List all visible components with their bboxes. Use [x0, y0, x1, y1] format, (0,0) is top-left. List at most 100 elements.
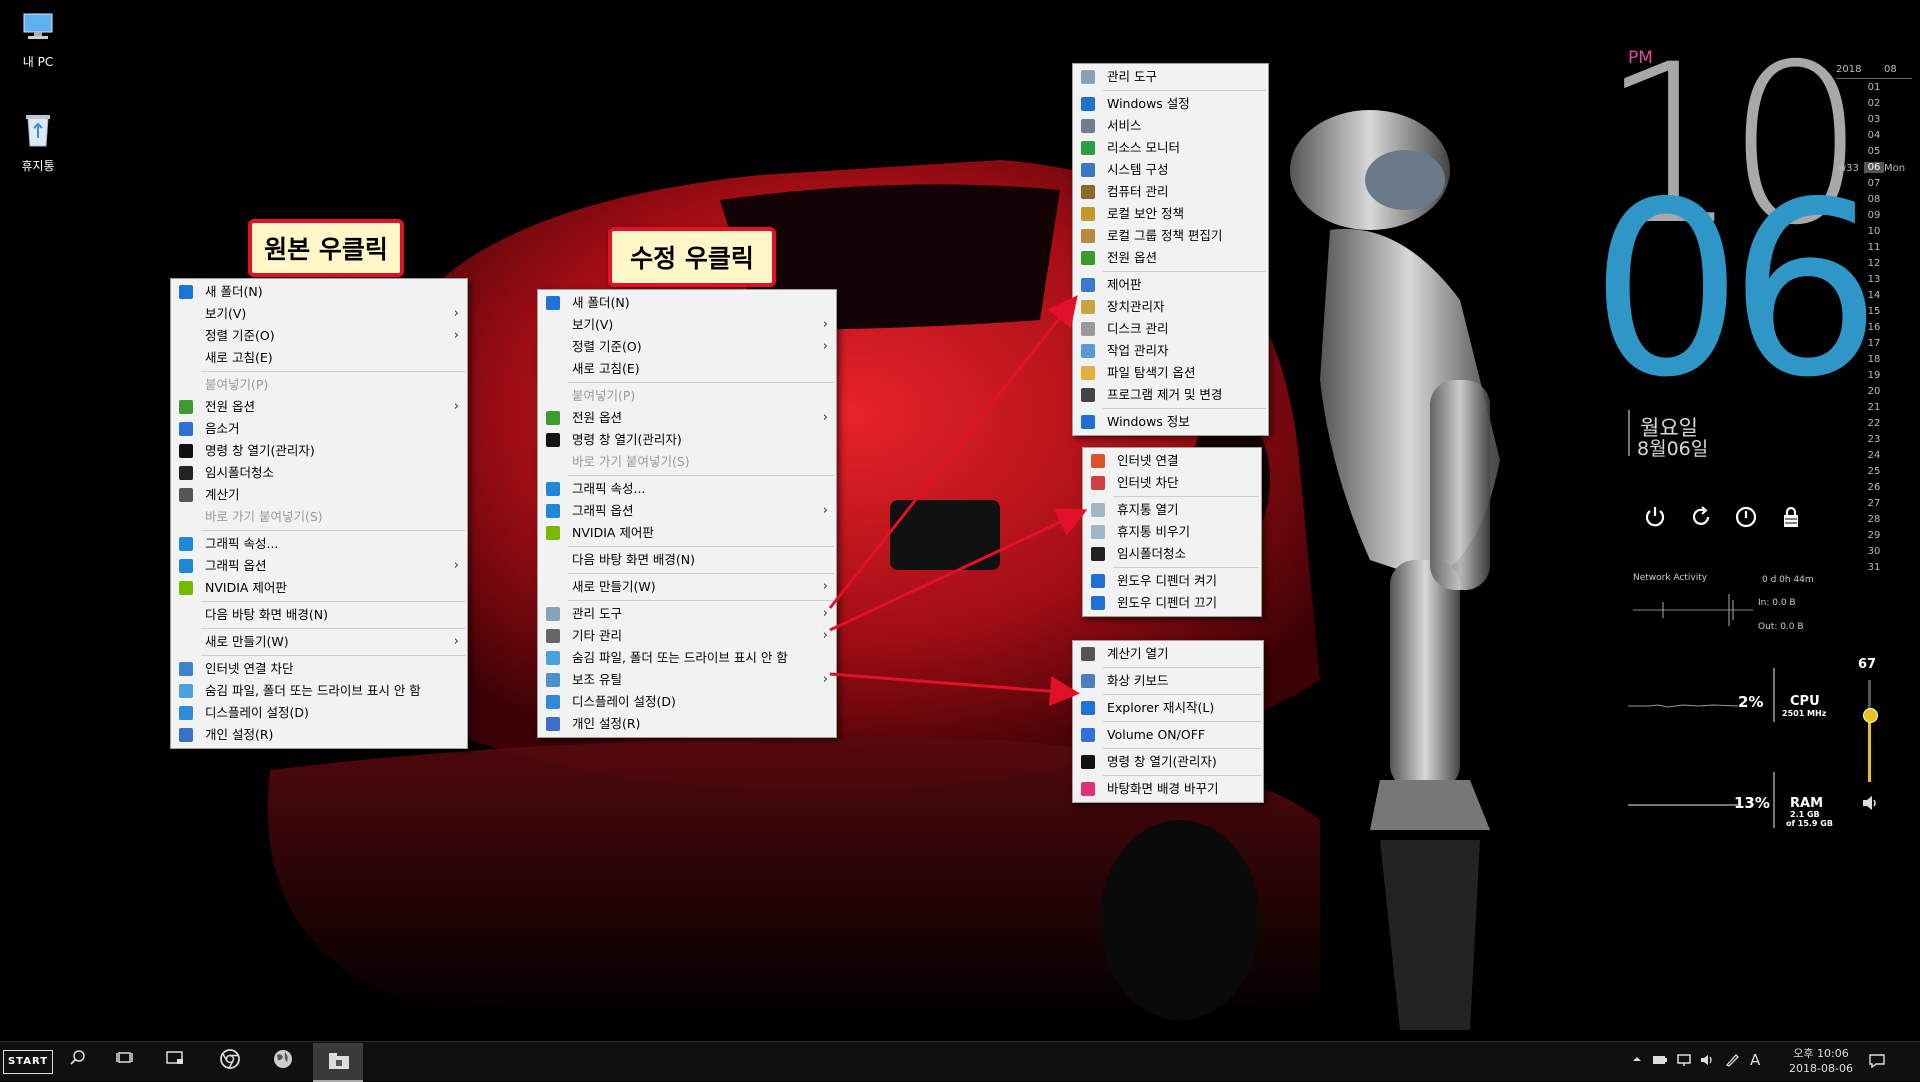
menu-item[interactable]: 그래픽 속성... — [538, 478, 836, 500]
menu-item[interactable]: 정렬 기준(O) › — [538, 336, 836, 358]
menu-item[interactable]: 컴퓨터 관리 — [1073, 181, 1268, 203]
calendar-day: 22 — [1867, 418, 1881, 429]
menu-item[interactable]: 서비스 — [1073, 115, 1268, 137]
taskbar-explorer-button[interactable] — [313, 1043, 363, 1082]
menu-item[interactable]: 개인 설정(R) — [171, 724, 467, 746]
volume-track[interactable] — [1868, 680, 1871, 782]
menu-item[interactable]: 인터넷 차단 — [1083, 472, 1261, 494]
menu-item[interactable]: 기타 관리 › — [538, 625, 836, 647]
menu-item[interactable]: 로컬 그룹 정책 편집기 — [1073, 225, 1268, 247]
menu-item[interactable]: 새 폴더(N) — [538, 292, 836, 314]
shutdown-button[interactable] — [1642, 505, 1668, 531]
menu-item[interactable]: 명령 창 열기(관리자) — [171, 440, 467, 462]
menu-item[interactable]: 제어판 — [1073, 274, 1268, 296]
menu-item[interactable]: 새로 고침(E) — [171, 347, 467, 369]
desktop-icon-recycle-bin[interactable]: 휴지통 — [0, 112, 76, 174]
taskbar-browser-button[interactable] — [268, 1048, 298, 1076]
volume-slider-knob[interactable] — [1863, 707, 1878, 723]
tray-volume-button[interactable] — [1700, 1053, 1716, 1071]
tray-overflow-button[interactable] — [1632, 1053, 1642, 1068]
menu-item[interactable]: 전원 옵션 › — [171, 396, 467, 418]
menu-item[interactable]: 숨김 파일, 폴더 또는 드라이브 표시 안 함 — [171, 680, 467, 702]
calendar-day: 23 — [1867, 434, 1881, 445]
menu-item[interactable]: 디스크 관리 — [1073, 318, 1268, 340]
menu-item[interactable]: 계산기 열기 — [1073, 643, 1263, 665]
task-view-button[interactable] — [110, 1048, 140, 1076]
calendar-day: 02 — [1867, 98, 1881, 109]
menu-item-label: 계산기 열기 — [1107, 646, 1169, 661]
menu-item[interactable]: 음소거 — [171, 418, 467, 440]
menu-item[interactable]: 전원 옵션 — [1073, 247, 1268, 269]
menu-item-label: 보기(V) — [205, 306, 247, 321]
menu-item-label: 휴지통 비우기 — [1117, 524, 1190, 539]
menu-item[interactable]: 리소스 모니터 — [1073, 137, 1268, 159]
menu-item[interactable]: 정렬 기준(O) › — [171, 325, 467, 347]
menu-item[interactable]: 숨김 파일, 폴더 또는 드라이브 표시 안 함 — [538, 647, 836, 669]
menu-item[interactable]: 새로 고침(E) — [538, 358, 836, 380]
tray-battery-button[interactable] — [1652, 1053, 1668, 1071]
menu-item-label: 새로 고침(E) — [205, 350, 273, 365]
desktop-icon-this-pc[interactable]: 내 PC — [0, 10, 76, 70]
tray-ime-indicator[interactable]: A — [1750, 1051, 1760, 1069]
menu-item[interactable]: 파일 탐색기 옵션 — [1073, 362, 1268, 384]
action-center-button[interactable] — [1868, 1053, 1886, 1073]
menu-item[interactable]: 보조 유틸 › — [538, 669, 836, 691]
menu-item[interactable]: 관리 도구 — [1073, 66, 1268, 88]
desktop-icon-label: 휴지통 — [21, 159, 55, 173]
menu-item[interactable]: Windows 정보 — [1073, 411, 1268, 433]
menu-item[interactable]: 휴지통 비우기 — [1083, 521, 1261, 543]
menu-item[interactable]: 로컬 보안 정책 — [1073, 203, 1268, 225]
calendar-day: 15 — [1867, 306, 1881, 317]
volume-speaker-button[interactable] — [1861, 794, 1879, 816]
menu-item[interactable]: NVIDIA 제어판 — [171, 577, 467, 599]
menu-item[interactable]: 그래픽 옵션 › — [538, 500, 836, 522]
taskbar-chrome-button[interactable] — [215, 1048, 245, 1076]
menu-item[interactable]: 프로그램 제거 및 변경 — [1073, 384, 1268, 406]
menu-item[interactable]: 전원 옵션 › — [538, 407, 836, 429]
menu-item[interactable]: Windows 설정 — [1073, 93, 1268, 115]
menu-item[interactable]: NVIDIA 제어판 — [538, 522, 836, 544]
menu-item[interactable]: 다음 바탕 화면 배경(N) — [538, 549, 836, 571]
menu-item[interactable]: 보기(V) › — [171, 303, 467, 325]
menu-item[interactable]: 새 폴더(N) — [171, 281, 467, 303]
menu-item[interactable]: 임시폴더청소 — [1083, 543, 1261, 565]
start-button[interactable]: START — [3, 1050, 53, 1074]
lock-button[interactable] — [1778, 505, 1804, 531]
menu-item[interactable]: 윈도우 디펜더 끄기 — [1083, 592, 1261, 614]
taskbar-search-button[interactable] — [63, 1048, 93, 1076]
menu-item[interactable]: Volume ON/OFF — [1073, 724, 1263, 746]
menu-item[interactable]: 디스플레이 설정(D) — [538, 691, 836, 713]
menu-item[interactable]: 명령 창 열기(관리자) — [538, 429, 836, 451]
menu-item[interactable]: 관리 도구 › — [538, 603, 836, 625]
tray-pen-button[interactable] — [1725, 1053, 1741, 1071]
menu-item-label: 전원 옵션 — [1107, 250, 1157, 265]
menu-item[interactable]: 디스플레이 설정(D) — [171, 702, 467, 724]
menu-item[interactable]: 바탕화면 배경 바꾸기 — [1073, 778, 1263, 800]
menu-item[interactable]: 그래픽 옵션 › — [171, 555, 467, 577]
menu-item[interactable]: 명령 창 열기(관리자) — [1073, 751, 1263, 773]
hibernate-button[interactable] — [1733, 505, 1759, 531]
menu-item[interactable]: 작업 관리자 — [1073, 340, 1268, 362]
menu-item[interactable]: 계산기 — [171, 484, 467, 506]
menu-item[interactable]: 시스템 구성 — [1073, 159, 1268, 181]
menu-item[interactable]: 새로 만들기(W) › — [171, 631, 467, 653]
taskbar-time[interactable]: 오후 10:06 — [1786, 1045, 1856, 1061]
menu-item[interactable]: 다음 바탕 화면 배경(N) — [171, 604, 467, 626]
menu-item[interactable]: 인터넷 연결 차단 — [171, 658, 467, 680]
menu-item[interactable]: 휴지통 열기 — [1083, 499, 1261, 521]
menu-item[interactable]: Explorer 재시작(L) — [1073, 697, 1263, 719]
menu-item[interactable]: 장치관리자 — [1073, 296, 1268, 318]
menu-item[interactable]: 새로 만들기(W) › — [538, 576, 836, 598]
menu-item[interactable]: 그래픽 속성... — [171, 533, 467, 555]
menu-item[interactable]: 화상 키보드 — [1073, 670, 1263, 692]
taskbar-desktop-button[interactable] — [160, 1048, 190, 1076]
menu-item[interactable]: 임시폴더청소 — [171, 462, 467, 484]
tray-network-button[interactable] — [1676, 1053, 1692, 1071]
menu-item[interactable]: 보기(V) › — [538, 314, 836, 336]
restart-button[interactable] — [1688, 505, 1714, 531]
menu-item[interactable]: 윈도우 디펜더 켜기 — [1083, 570, 1261, 592]
menu-item[interactable]: 개인 설정(R) — [538, 713, 836, 735]
menu-item[interactable]: 인터넷 연결 — [1083, 450, 1261, 472]
defender-icon — [1091, 574, 1105, 588]
taskbar-date[interactable]: 2018-08-06 — [1782, 1062, 1860, 1075]
